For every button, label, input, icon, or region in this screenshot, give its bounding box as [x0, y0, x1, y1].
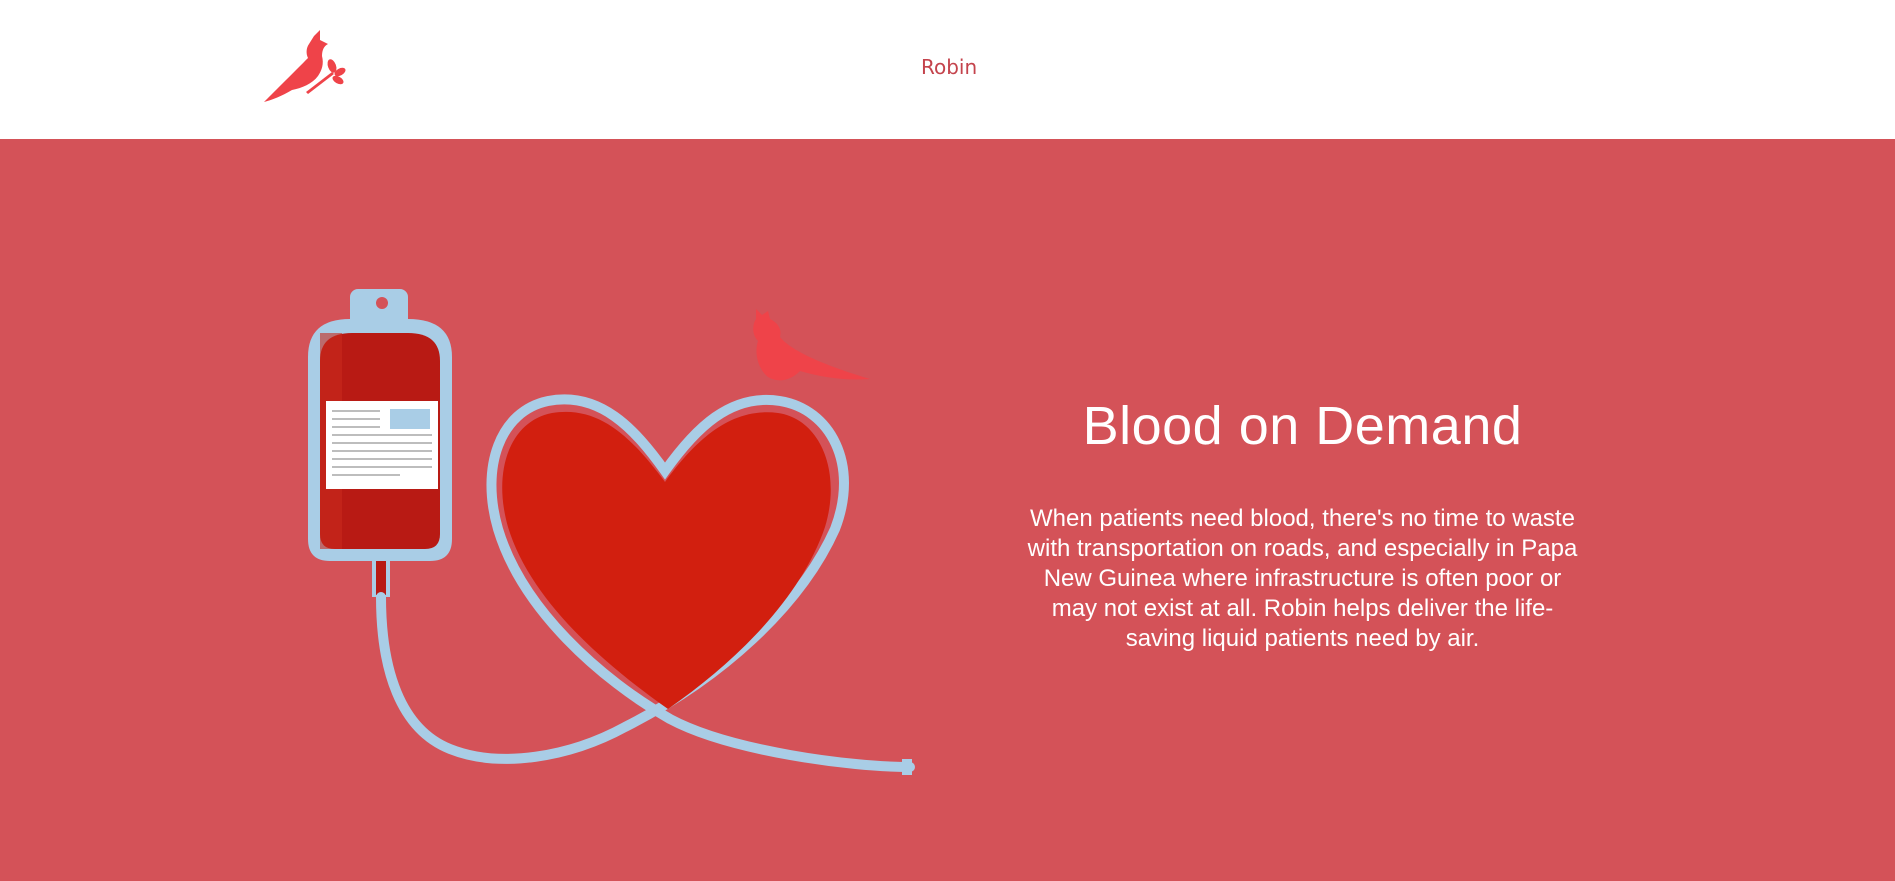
blood-bag-icon — [308, 289, 452, 597]
cardinal-bird-icon — [753, 309, 870, 381]
blood-donation-illustration — [308, 289, 915, 775]
hero-text-block: Blood on Demand When patients need blood… — [1010, 394, 1595, 654]
hero-section: Blood on Demand When patients need blood… — [0, 139, 1895, 881]
cardinal-logo-icon[interactable] — [262, 26, 348, 106]
hero-title: Blood on Demand — [1082, 396, 1523, 456]
top-navigation-bar: Robin — [0, 0, 1895, 139]
heart-tube-icon — [376, 394, 915, 775]
hero-description: When patients need blood, there's no tim… — [1027, 505, 1578, 652]
brand-name-link[interactable]: Robin — [921, 55, 977, 79]
